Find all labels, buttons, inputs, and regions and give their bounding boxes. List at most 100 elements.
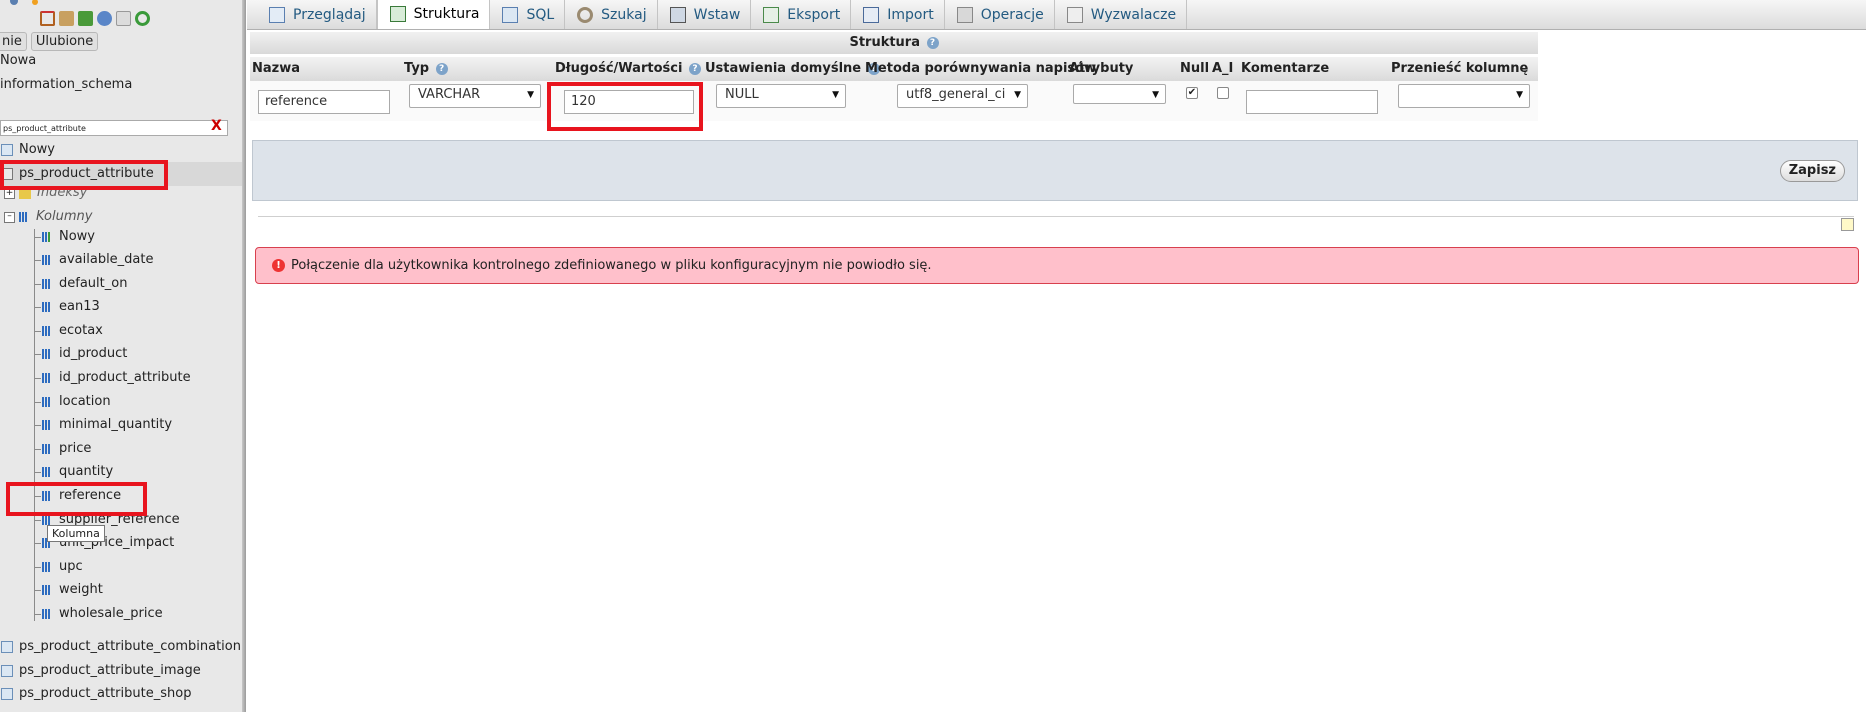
tree-column-location[interactable]: location [42,392,111,412]
tree-column-label: wholesale_price [59,606,163,621]
dropdown-arrow-icon: ▼ [832,90,839,100]
tree-table-combination[interactable]: ps_product_attribute_combination [1,637,241,657]
tab-structure[interactable]: Struktura [376,0,491,29]
tree-table-label: ps_product_attribute_shop [19,686,192,701]
tree-connector [34,567,41,568]
header-length: Długość/Wartości ? [555,57,701,81]
structure-icon [389,6,406,22]
tab-label: Szukaj [601,6,647,23]
tree-column-label: quantity [59,464,114,479]
column-icon [42,467,51,477]
collapse-icon[interactable]: – [4,211,15,223]
nav-tab-recent[interactable]: nie [0,32,27,51]
header-attributes: Atrybuty [1069,61,1134,76]
help-icon[interactable]: ? [688,62,701,75]
tree-table-image[interactable]: ps_product_attribute_image [1,661,201,681]
new-table-icon [1,144,13,156]
null-checkbox[interactable]: ✔ [1186,87,1198,99]
structure-header: Struktura ? [250,32,1538,54]
docs-icon[interactable] [97,11,112,26]
tree-column-label: location [59,394,111,409]
new-database-link[interactable]: Nowa [0,53,36,68]
tab-insert[interactable]: Wstaw [658,0,752,29]
highlight-table [0,160,168,190]
header-default: Ustawienia domyślne ? [705,57,880,81]
logout-icon[interactable] [59,11,74,26]
logo-fragment [0,0,39,6]
search-icon [577,6,594,23]
auto-increment-checkbox[interactable] [1217,87,1229,99]
tab-label: Import [887,6,934,23]
tab-search[interactable]: Szukaj [565,0,658,29]
tree-column-id-product[interactable]: id_product [42,344,127,364]
tree-connector [34,425,41,426]
column-icon [42,302,51,312]
help-icon[interactable]: ? [435,62,448,75]
tab-label: Operacje [980,6,1044,23]
tree-column-wholesale-price[interactable]: wholesale_price [42,604,163,624]
tree-column-label: default_on [59,276,128,291]
query-window-icon[interactable] [78,11,93,26]
collation-select[interactable]: utf8_general_ci ▼ [897,84,1028,108]
header-name: Nazwa [252,61,301,76]
tree-column-label: Nowy [59,229,96,244]
attributes-select[interactable]: ▼ [1073,84,1166,104]
console-icon[interactable] [1841,218,1854,231]
tree-column-weight[interactable]: weight [42,580,103,600]
tree-column-new[interactable]: Nowy [42,227,95,247]
tree-column-upc[interactable]: upc [42,557,83,577]
tab-export[interactable]: Eksport [751,0,852,29]
tree-connector [34,472,41,473]
new-table-link[interactable]: Nowy [1,140,55,160]
tree-column-ean13[interactable]: ean13 [42,297,100,317]
header-null: Null [1180,61,1210,76]
tree-connector [34,543,41,544]
tab-label: Przeglądaj [293,6,366,23]
tree-column-label: available_date [59,252,154,267]
tree-column-ecotax[interactable]: ecotax [42,321,103,341]
nav-resize-handle[interactable] [242,0,246,712]
tree-column-minimal-quantity[interactable]: minimal_quantity [42,415,172,435]
home-icon[interactable] [40,11,55,26]
column-icon [42,279,51,289]
comment-input[interactable] [1246,90,1378,114]
save-panel: Zapisz [252,140,1858,201]
settings-icon[interactable] [116,11,131,26]
type-select[interactable]: VARCHAR ▼ [409,84,541,108]
column-icon [42,349,51,359]
column-icon [42,420,51,430]
column-icon [42,373,51,383]
tree-columns[interactable]: – Kolumny [4,207,92,227]
save-button[interactable]: Zapisz [1779,160,1845,182]
tree-column-price[interactable]: price [42,439,91,459]
table-filter-input[interactable]: ps_product_attribute [0,120,228,136]
tree-column-label: weight [59,582,103,597]
tab-triggers[interactable]: Wyzwalacze [1055,0,1188,29]
database-information-schema[interactable]: information_schema [0,77,132,92]
tab-sql[interactable]: SQL [490,0,566,29]
tree-column-default-on[interactable]: default_on [42,274,127,294]
navigation-panel: nie Ulubione Nowa information_schema ps_… [0,0,242,712]
operations-icon [956,6,973,23]
nav-tab-favorites[interactable]: Ulubione [30,32,99,51]
tree-column-quantity[interactable]: quantity [42,462,113,482]
sql-icon [502,6,519,23]
clear-filter-button[interactable]: X [211,118,222,134]
column-name-input[interactable]: reference [258,90,390,114]
tree-columns-label: Kolumny [36,209,93,224]
default-select[interactable]: NULL ▼ [716,84,846,108]
tree-column-label: ean13 [59,299,100,314]
move-column-select[interactable]: ▼ [1398,84,1530,108]
tree-connector [34,590,41,591]
reload-icon[interactable] [135,11,150,26]
table-icon [1,665,13,677]
tab-browse[interactable]: Przeglądaj [257,0,377,29]
tree-table-shop[interactable]: ps_product_attribute_shop [1,684,191,704]
tree-connector [34,237,41,238]
tree-column-available-date[interactable]: available_date [42,250,154,270]
tab-operations[interactable]: Operacje [945,0,1055,29]
help-icon[interactable]: ? [926,36,939,49]
nav-tabs: nie Ulubione [0,32,99,51]
tree-column-id-product-attribute[interactable]: id_product_attribute [42,368,191,388]
tab-import[interactable]: Import [851,0,945,29]
